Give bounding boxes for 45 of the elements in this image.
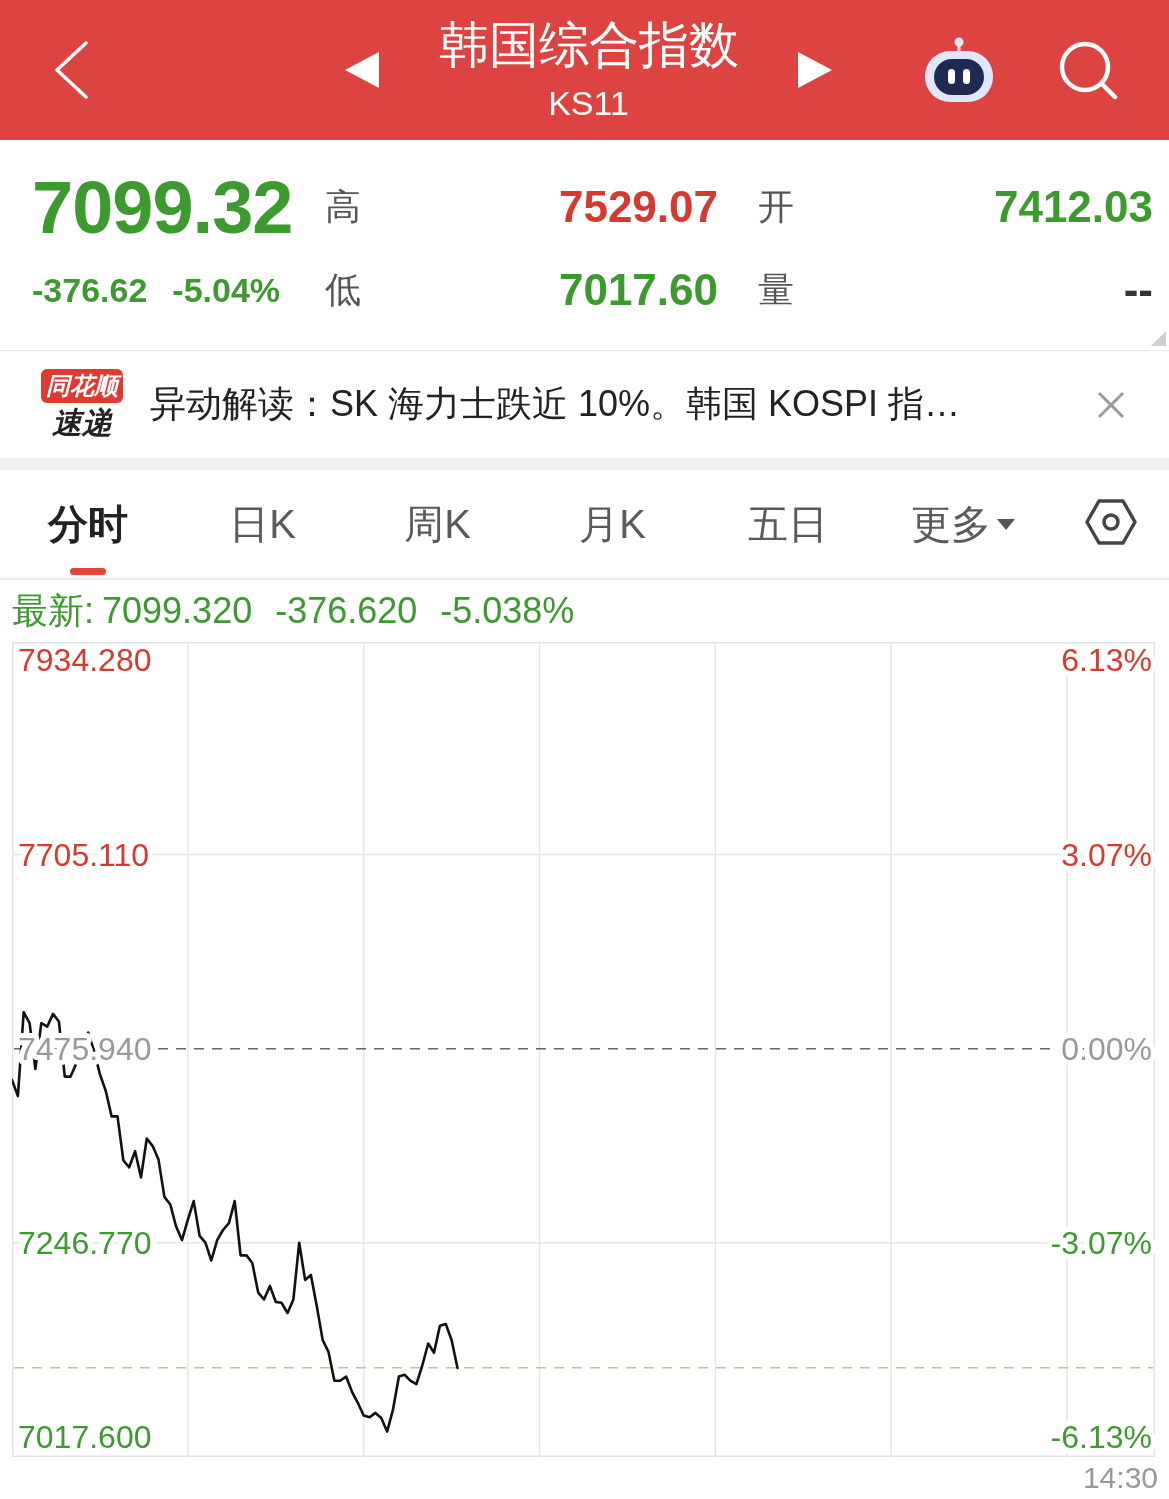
price-axis-label: 7246.770 xyxy=(18,1224,152,1261)
change-value: -376.62 xyxy=(32,270,148,310)
logo-tag: 同花顺 xyxy=(40,369,123,403)
back-icon[interactable] xyxy=(53,40,89,100)
chart-tab[interactable]: 月K xyxy=(525,470,700,578)
logo-text: 速递 xyxy=(51,406,112,440)
close-icon[interactable] xyxy=(1097,390,1125,419)
percent-axis-label: -6.13% xyxy=(1050,1419,1152,1455)
latest-value: -376.620 xyxy=(275,590,418,632)
latest-value: 7099.320 xyxy=(102,590,253,632)
stat-label: 低 xyxy=(325,267,362,312)
chart-tab[interactable]: 更多 xyxy=(875,470,1050,578)
stat-value: -- xyxy=(1122,265,1153,315)
stat-value: 7529.07 xyxy=(557,182,718,232)
stat-label: 开 xyxy=(757,184,795,229)
percent-axis-label: 6.13% xyxy=(1061,642,1152,679)
latest-value: -5.038% xyxy=(440,590,575,632)
price-value: 7099.32 xyxy=(32,164,294,250)
price-axis-label: 7017.600 xyxy=(18,1419,152,1455)
caret-down-icon xyxy=(996,518,1015,530)
right-triangle-icon[interactable] xyxy=(798,52,832,88)
corner-triangle-icon xyxy=(1151,331,1166,346)
left-triangle-icon[interactable] xyxy=(345,52,379,88)
page-title: 韩国综合指数 xyxy=(438,16,739,75)
stat-value: 7412.03 xyxy=(992,182,1153,232)
percent-axis-label: -3.07% xyxy=(1050,1224,1152,1261)
latest-label: 最新: xyxy=(12,588,94,633)
chart-tab[interactable]: 周K xyxy=(350,470,525,578)
price-axis-label: 7934.280 xyxy=(18,642,152,679)
chart-tab[interactable]: 日K xyxy=(175,470,350,578)
search-icon[interactable] xyxy=(1058,40,1118,100)
index-code: KS11 xyxy=(548,83,629,124)
price-axis-label: 7705.110 xyxy=(18,836,150,873)
chart-tab[interactable]: 分时 xyxy=(0,470,175,578)
stat-label: 高 xyxy=(325,184,362,229)
stat-label: 量 xyxy=(757,267,795,312)
settings-icon[interactable] xyxy=(1085,499,1137,545)
time-label: 14:30 xyxy=(1082,1461,1158,1495)
news-headline[interactable]: 异动解读：SK 海力士跌近 10%。韩国 KOSPI 指… xyxy=(150,380,961,429)
stat-value: 7017.60 xyxy=(557,265,718,315)
change-percent: -5.04% xyxy=(172,270,281,310)
chart-tab[interactable]: 五日 xyxy=(700,470,875,578)
robot-icon[interactable] xyxy=(922,37,996,103)
percent-axis-label: 3.07% xyxy=(1061,836,1152,873)
percent-axis-label: 0.00% xyxy=(1061,1030,1152,1067)
